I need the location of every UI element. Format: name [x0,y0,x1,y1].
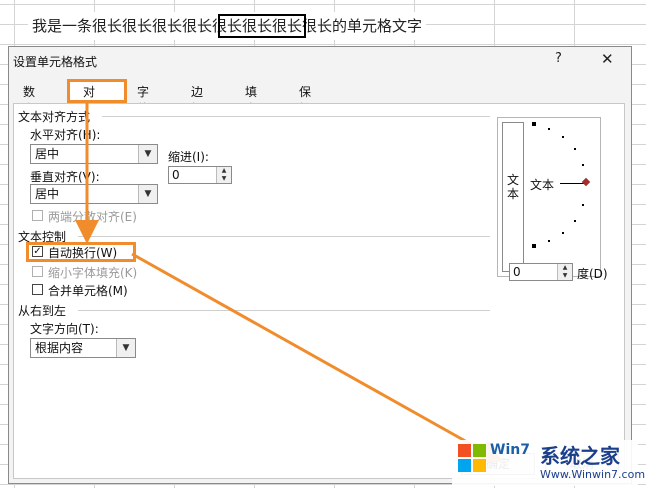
wrap-text-label: 自动换行(W) [48,246,118,260]
orientation-box[interactable]: 文本 文本 [497,117,601,277]
section-rtl: 从右到左 [18,304,67,318]
close-icon[interactable]: ✕ [601,50,614,68]
horizontal-align-select[interactable]: 居中 ▼ [30,144,158,164]
chevron-down-icon: ▼ [138,145,157,163]
vertical-align-select[interactable]: 居中 ▼ [30,184,158,204]
orientation-dot [582,164,584,166]
watermark: Win7 系统之家 Www.Winwin7.com [452,440,645,486]
orientation-dot [582,204,584,206]
selected-cell[interactable] [218,14,306,38]
orientation-dot [548,128,550,130]
orientation-dot [532,122,536,126]
horizontal-align-value: 居中 [35,147,60,161]
divider [78,310,490,311]
divider [78,236,490,237]
orientation-text: 文本 [530,178,555,192]
vertical-align-value: 居中 [35,187,60,201]
merge-cells-checkbox[interactable] [32,284,43,295]
watermark-logo-text: Win7 [490,442,530,458]
vertical-text-toggle[interactable]: 文本 [502,122,524,272]
chevron-down-icon: ▼ [116,339,135,357]
orientation-dot [532,244,536,248]
degrees-value: 0 [513,265,521,279]
shrink-to-fit-label: 缩小字体填充(K) [48,266,138,280]
degrees-stepper[interactable]: 0 ▲ ▼ [509,263,573,281]
orientation-handle[interactable] [581,177,591,187]
watermark-url: Www.Winwin7.com [540,468,646,481]
indent-stepper[interactable]: 0 ▲ ▼ [168,166,232,184]
indent-label: 缩进(I): [168,150,209,164]
horizontal-align-label: 水平对齐(H): [30,128,101,142]
orientation-dot [562,232,564,234]
orientation-dot [574,148,576,150]
text-direction-value: 根据内容 [35,341,84,355]
orientation-dot [562,136,564,138]
degrees-label: 度(D) [577,267,608,281]
tab-highlight-box [67,79,127,103]
format-cells-dialog: 设置单元格格式 ? ✕ 数字 对齐 字体 边框 填充 保护 文本对齐方式 水平对… [8,46,632,484]
windows-logo-icon [458,444,486,472]
orientation-dot [574,220,576,222]
vertical-align-label: 垂直对齐(V): [30,170,100,184]
watermark-site-name: 系统之家 [540,444,620,468]
wrap-text-checkbox[interactable]: ✓ [32,246,43,257]
dialog-title: 设置单元格格式 [13,55,98,69]
help-button[interactable]: ? [555,51,562,66]
orientation-dot [548,240,550,242]
indent-value: 0 [172,168,180,182]
distributed-checkbox[interactable] [32,210,43,221]
merge-cells-label: 合并单元格(M) [48,284,128,298]
spin-arrows-icon[interactable]: ▲ ▼ [557,264,572,280]
divider [102,116,490,117]
text-direction-select[interactable]: 根据内容 ▼ [30,338,136,358]
section-text-align: 文本对齐方式 [18,110,91,124]
chevron-down-icon: ▼ [138,185,157,203]
shrink-to-fit-checkbox[interactable] [32,266,43,277]
spin-arrows-icon[interactable]: ▲ ▼ [216,167,231,183]
text-direction-label: 文字方向(T): [30,322,99,336]
distributed-label: 两端分散对齐(E) [48,210,137,224]
